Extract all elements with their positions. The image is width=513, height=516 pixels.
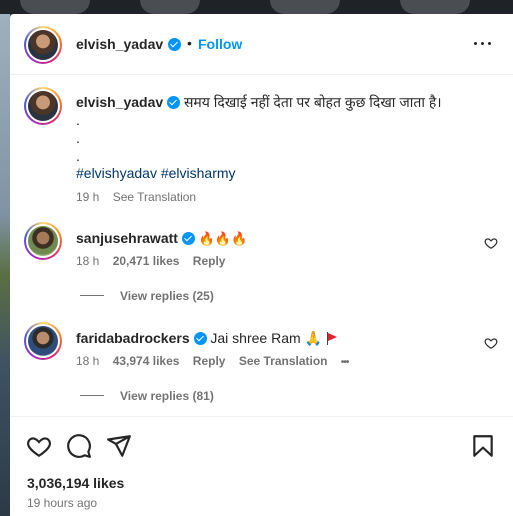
post-likes-count[interactable]: 3,036,194 likes	[27, 475, 124, 491]
post-header: elvish_yadav • Follow	[10, 14, 513, 75]
replies-dash	[80, 395, 104, 396]
commenter-avatar[interactable]	[24, 322, 62, 360]
comment-line: faridabadrockers Jai shree Ram 🙏	[76, 329, 339, 347]
background-thumbnail	[400, 0, 470, 14]
author-username[interactable]: elvish_yadav	[76, 36, 163, 52]
comment-likes[interactable]: 20,471 likes	[113, 254, 180, 268]
caption-line: elvish_yadav समय दिखाई नहीं देता पर बोहत…	[76, 93, 442, 111]
comment-meta: 18 h 43,974 likes Reply See Translation …	[76, 354, 349, 368]
caption-dot: .	[76, 112, 80, 128]
comment-more-icon[interactable]: •••	[341, 357, 349, 368]
caption-username[interactable]: elvish_yadav	[76, 94, 163, 110]
post-actions-footer: 3,036,194 likes 19 hours ago	[10, 416, 513, 516]
bookmark-icon[interactable]	[470, 433, 496, 459]
comment-text: Jai shree Ram 🙏	[210, 330, 322, 346]
separator-dot: •	[187, 35, 192, 51]
see-translation-link[interactable]: See Translation	[113, 190, 196, 204]
post-timestamp: 19 hours ago	[27, 496, 98, 510]
red-flag-icon	[326, 332, 339, 345]
view-replies-label: View replies (25)	[120, 289, 214, 303]
caption-dot: .	[76, 130, 80, 146]
comment-line: sanjusehrawatt 🔥🔥🔥	[76, 229, 247, 248]
author-avatar[interactable]	[24, 26, 62, 64]
comment-username[interactable]: faridabadrockers	[76, 330, 190, 346]
verified-badge-icon	[167, 96, 181, 109]
share-icon[interactable]	[106, 433, 132, 459]
like-comment-heart-icon[interactable]	[484, 336, 498, 350]
verified-badge-icon	[193, 332, 207, 345]
caption-dot: .	[76, 148, 80, 164]
follow-button[interactable]: Follow	[198, 36, 242, 52]
more-options-icon[interactable]	[472, 33, 494, 53]
background-post-image	[0, 14, 10, 516]
caption-time: 19 h	[76, 190, 100, 204]
post-detail-panel: elvish_yadav • Follow elvish_yadav समय द…	[10, 14, 513, 516]
caption-meta: 19 h See Translation	[76, 190, 196, 204]
comment-meta: 18 h 20,471 likes Reply	[76, 254, 225, 268]
caption-hashtags[interactable]: #elvishyadav #elvisharmy	[76, 164, 236, 182]
author-name-group: elvish_yadav	[76, 36, 181, 54]
view-replies-label: View replies (81)	[120, 389, 214, 403]
verified-badge-icon	[167, 38, 181, 51]
replies-dash	[80, 295, 104, 296]
heart-icon[interactable]	[26, 433, 52, 459]
background-feed-strip	[0, 0, 513, 14]
comment-text: 🔥🔥🔥	[198, 231, 248, 246]
comment-time: 18 h	[76, 354, 100, 368]
verified-badge-icon	[181, 232, 195, 245]
reply-button[interactable]: Reply	[193, 354, 226, 368]
background-thumbnail	[270, 0, 340, 14]
caption-avatar[interactable]	[24, 87, 62, 125]
commenter-avatar[interactable]	[24, 222, 62, 260]
like-comment-heart-icon[interactable]	[484, 236, 498, 250]
background-thumbnail	[140, 0, 200, 14]
view-replies-button[interactable]: View replies (25)	[80, 289, 214, 303]
reply-button[interactable]: Reply	[193, 254, 226, 268]
comment-time: 18 h	[76, 254, 100, 268]
view-replies-button[interactable]: View replies (81)	[80, 389, 214, 403]
comment-icon[interactable]	[66, 433, 92, 459]
comment-username[interactable]: sanjusehrawatt	[76, 230, 178, 246]
caption-text: समय दिखाई नहीं देता पर बोहत कुछ दिखा जात…	[183, 94, 442, 110]
comment-likes[interactable]: 43,974 likes	[113, 354, 180, 368]
see-translation-link[interactable]: See Translation	[239, 354, 328, 368]
background-thumbnail	[20, 0, 90, 14]
